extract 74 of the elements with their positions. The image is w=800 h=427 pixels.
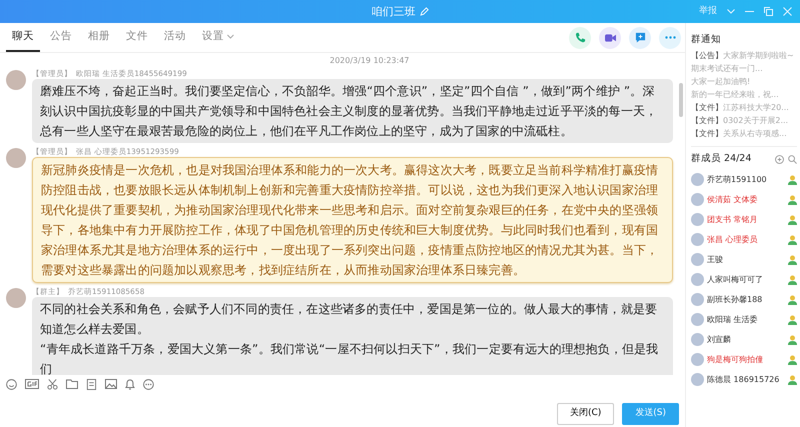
message-text: 新冠肺炎疫情是一次危机，也是对我国治理体系和能力的一次大考。赢得这次大考，既要立足当前科学精准打赢疫情防控阻击战，也要放眼长远从体制机制上创新和完善重大疫情防控举措。可以说，这也为我们更深入地认识国家治理现代化提供了重要契机，为推动国家治理现代化带来一些思考和启示。面对空前复杂艰巨的任务，在党中央的坚强领导下，各地集中有力开展防控工作，体现了中国危机管理的历史传统和巨大制度优势。与此同时我们也看到，现有国家治理体系尤其是地方治理体系的运行中，一度出现了一系列突出问题，疫情重点防控地区的情况尤其为甚。当下，需要对这些暴露出的问题加以观察思考，找到症结所在，从而推动国家治理体系日臻完善。 <box>41 162 660 279</box>
message-text: 不同的社会关系和角色，会赋予人们不同的责任，在这些诸多的责任中，爱国是第一位的。做人最大的事情，就是要知道怎么样去爱国。 <box>40 301 658 338</box>
avatar <box>6 70 26 90</box>
avatar <box>691 373 704 386</box>
scissors-icon[interactable] <box>47 378 58 390</box>
member-name[interactable]: 刘宣麟 <box>707 334 785 346</box>
more-icon[interactable] <box>659 26 681 48</box>
emoji-icon[interactable] <box>6 378 17 390</box>
tab[interactable]: 设置 <box>196 23 240 52</box>
person-icon <box>788 294 797 304</box>
image-icon[interactable] <box>105 379 117 389</box>
video-icon[interactable] <box>599 26 621 48</box>
add-member-icon[interactable] <box>775 154 784 164</box>
person-icon <box>788 254 797 264</box>
avatar <box>691 293 704 306</box>
member-count: 群成员 24/24 <box>691 152 752 166</box>
folder-icon[interactable] <box>66 379 78 389</box>
avatar <box>691 333 704 346</box>
notice-item[interactable]: 【文件】江苏科技大学20... <box>691 101 797 114</box>
tab[interactable]: 文件 <box>120 23 154 52</box>
search-icon[interactable] <box>788 154 797 164</box>
person-icon <box>788 194 797 204</box>
window-title: 咱们三班 <box>372 4 416 20</box>
notice-item[interactable]: 【文件】关系从右寺项感... <box>691 127 797 140</box>
member-name[interactable]: 侯清茹 文体委 <box>707 194 785 206</box>
person-icon <box>788 234 797 244</box>
avatar <box>691 173 704 186</box>
person-icon <box>788 174 797 184</box>
notice-item[interactable]: 【公告】大家新学期到啦啦~期末考试还有一门... <box>691 49 797 76</box>
tab[interactable]: 相册 <box>82 23 116 52</box>
tab[interactable]: 聊天 <box>6 23 40 52</box>
tab[interactable]: 活动 <box>158 23 192 52</box>
member-name[interactable]: 团支书 常铭月 <box>707 214 785 226</box>
more-icon[interactable] <box>143 378 154 390</box>
close-icon[interactable] <box>783 7 792 16</box>
member-name[interactable]: 人家叫梅可可了 <box>707 274 785 286</box>
document-icon[interactable] <box>86 378 97 390</box>
notice-title: 群通知 <box>691 33 722 47</box>
tab[interactable]: 公告 <box>44 23 78 52</box>
avatar <box>691 233 704 246</box>
member-name[interactable]: 王骏 <box>707 254 785 266</box>
bell-icon[interactable] <box>125 378 135 390</box>
person-icon <box>788 214 797 224</box>
avatar <box>691 213 704 226</box>
member-name[interactable]: 乔艺萌1591100 <box>707 174 785 186</box>
avatar <box>691 193 704 206</box>
avatar <box>691 273 704 286</box>
restore-icon[interactable] <box>764 7 773 16</box>
person-icon <box>788 374 797 384</box>
message-text: 磨难压不垮，奋起正当时。我们要坚定信心，不负韶华。增强“四个意识”，坚定”四个自信 ”，做到”两个维护 ”。深刻认识中国抗疫彰显的中国共产党领导和中国特色社会主义制度的显著优势。当我们平静地走过近乎平淡的每一天，总有一些人坚守在最艰苦最危险的岗位上，他们在平凡工作岗位上的坚守，成为了国家的中流砥柱。 <box>40 83 658 140</box>
avatar <box>6 288 26 308</box>
member-name[interactable]: 欧阳瑞 生活委 <box>707 314 785 326</box>
avatar <box>691 313 704 326</box>
message-text: “青年成长道路千万条，爱国大义第一条”。我们常说“一屋不扫何以扫天下”，我们一定要有远大的理想抱负，但是我们 <box>40 341 660 375</box>
edit-icon[interactable] <box>420 7 428 16</box>
scrollbar-thumb[interactable] <box>679 83 683 117</box>
message-timestamp: 2020/3/19 10:23:47 <box>328 55 410 67</box>
member-name[interactable]: 副班长孙馨188 <box>707 294 785 306</box>
avatar <box>691 353 704 366</box>
member-name[interactable]: 张昌 心理委员 <box>707 234 785 246</box>
notice-item[interactable]: 【文件】0302关于开展2... <box>691 114 797 128</box>
chat-add-icon[interactable] <box>629 26 651 48</box>
avatar <box>6 148 26 168</box>
chevron-down-icon[interactable] <box>727 9 735 14</box>
close-button[interactable]: 关闭(C) <box>556 403 614 424</box>
person-icon <box>788 354 797 364</box>
member-name[interactable]: 陈德晨 186915726 <box>707 374 785 386</box>
gif-icon[interactable] <box>25 379 39 389</box>
person-icon <box>788 274 797 284</box>
person-icon <box>788 314 797 324</box>
member-name[interactable]: 狗是梅可狗拍僮 <box>707 354 785 366</box>
person-icon <box>788 334 797 344</box>
avatar <box>691 253 704 266</box>
phone-icon[interactable] <box>569 26 591 48</box>
